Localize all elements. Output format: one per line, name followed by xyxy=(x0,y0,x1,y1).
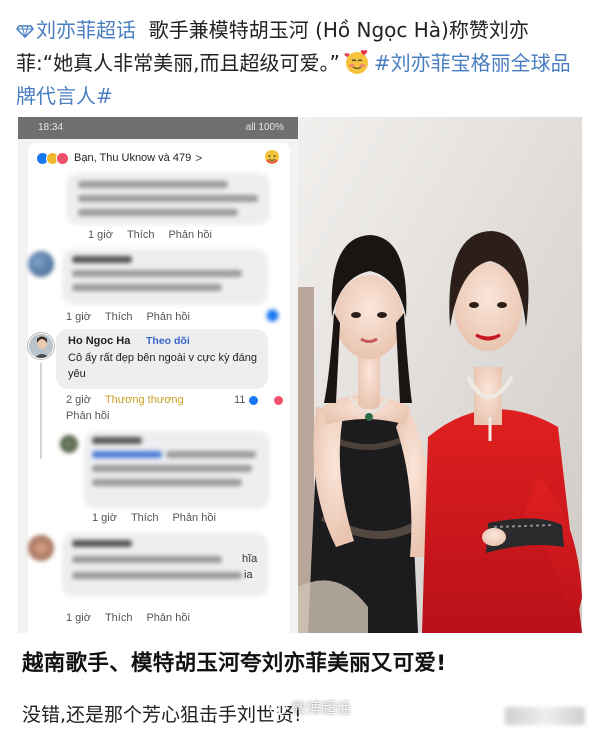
topic-label: 刘亦菲超话 xyxy=(36,18,136,42)
comment-time: 1 giờ xyxy=(92,512,117,524)
heart-face-emoji-icon xyxy=(344,50,368,74)
reactions-label: Bạn, Thu Uknow và 479 xyxy=(74,152,192,164)
reply-link[interactable]: Phản hồi xyxy=(168,229,211,241)
avatar[interactable] xyxy=(28,251,54,277)
watermark: 微博超话 xyxy=(270,697,351,718)
like-link[interactable]: Thích xyxy=(105,612,133,624)
comment-actions: 1 giờ Thích Phản hồi xyxy=(66,311,204,323)
status-time: 18:34 xyxy=(38,122,64,133)
comment-time: 2 giờ xyxy=(66,394,91,406)
caption-headline: 越南歌手、模特胡玉河夸刘亦菲美丽又可爱! xyxy=(22,651,447,676)
avatar[interactable] xyxy=(60,435,78,453)
reply-link[interactable]: Phản hồi xyxy=(146,612,189,624)
blurred-watermark-area xyxy=(505,707,585,725)
comment-text: Cô ấy rất đẹp bên ngoài v cực kỳ đáng yê… xyxy=(68,352,257,380)
chevron-right-icon: > xyxy=(195,151,203,165)
phone-status-bar: 18:34 all 100% xyxy=(18,117,298,139)
reaction-word[interactable]: Thương thương xyxy=(105,394,184,406)
comment-actions: 1 giờ Thích Phản hồi xyxy=(88,229,226,241)
status-battery: all 100% xyxy=(245,122,284,133)
reply-link[interactable]: Phản hồi xyxy=(66,410,109,422)
love-reaction-icon xyxy=(273,394,285,406)
follow-link[interactable]: Theo dõi xyxy=(146,335,190,347)
comment-actions: 1 giờ Thích Phản hồi xyxy=(66,612,204,624)
care-reaction-icon xyxy=(265,150,279,164)
comment-bubble-blurred xyxy=(62,533,268,597)
reply-link[interactable]: Phản hồi xyxy=(172,512,215,524)
post-text: 刘亦菲超话 歌手兼模特胡玉河 (Hồ Ngọc Hà)称赞刘亦菲:“她真人非常美… xyxy=(16,14,584,113)
partial-text: hĩa xyxy=(242,553,258,565)
like-link[interactable]: Thích xyxy=(131,512,159,524)
like-link[interactable]: Thích xyxy=(127,229,155,241)
like-link[interactable]: Thích xyxy=(105,311,133,323)
like-reaction-icon xyxy=(266,309,279,322)
weibo-logo-icon xyxy=(270,701,288,715)
comment-bubble-blurred xyxy=(66,173,270,225)
reaction-count: 11 xyxy=(234,394,246,406)
highlight-comment-bubble: Ho Ngoc Ha Theo dõi Cô ấy rất đẹp bên ng… xyxy=(56,329,268,389)
partial-text: ia xyxy=(244,569,253,581)
reply-link[interactable]: Phản hồi xyxy=(146,311,189,323)
comment-time: 1 giờ xyxy=(66,311,91,323)
watermark-text: 微博超话 xyxy=(291,699,352,717)
comment-time: 1 giờ xyxy=(66,612,91,624)
diamond-topic-icon xyxy=(16,25,34,38)
comment-bubble-blurred xyxy=(62,249,268,305)
highlight-comment-meta: 2 giờ Thương thương xyxy=(66,394,198,406)
reply-link-row: Phản hồi xyxy=(66,410,123,422)
caption-subline: 没错,还是那个芳心狙击手刘世贤! xyxy=(22,704,302,726)
photo-graphic xyxy=(298,117,582,633)
thread-line xyxy=(40,363,42,459)
topic-link[interactable]: 刘亦菲超话 xyxy=(16,18,142,42)
love-reaction-icon xyxy=(56,151,69,165)
like-reaction-icon xyxy=(248,394,260,406)
post-image[interactable]: 18:34 all 100% Bạn, Thu Uknow và 479 > 1… xyxy=(18,117,582,633)
comment-bubble-blurred xyxy=(84,431,270,509)
event-photo xyxy=(298,117,582,633)
ho-ngoc-ha-avatar[interactable] xyxy=(28,333,54,359)
avatar[interactable] xyxy=(28,535,54,561)
comment-actions: 1 giờ Thích Phản hồi xyxy=(92,512,230,524)
comment-screenshot: 18:34 all 100% Bạn, Thu Uknow và 479 > 1… xyxy=(18,117,298,633)
comment-time: 1 giờ xyxy=(88,229,113,241)
commenter-name[interactable]: Ho Ngoc Ha xyxy=(68,335,130,347)
reactions-summary: Bạn, Thu Uknow và 479 > xyxy=(36,149,202,167)
highlight-reaction-count: 11 xyxy=(234,394,298,406)
